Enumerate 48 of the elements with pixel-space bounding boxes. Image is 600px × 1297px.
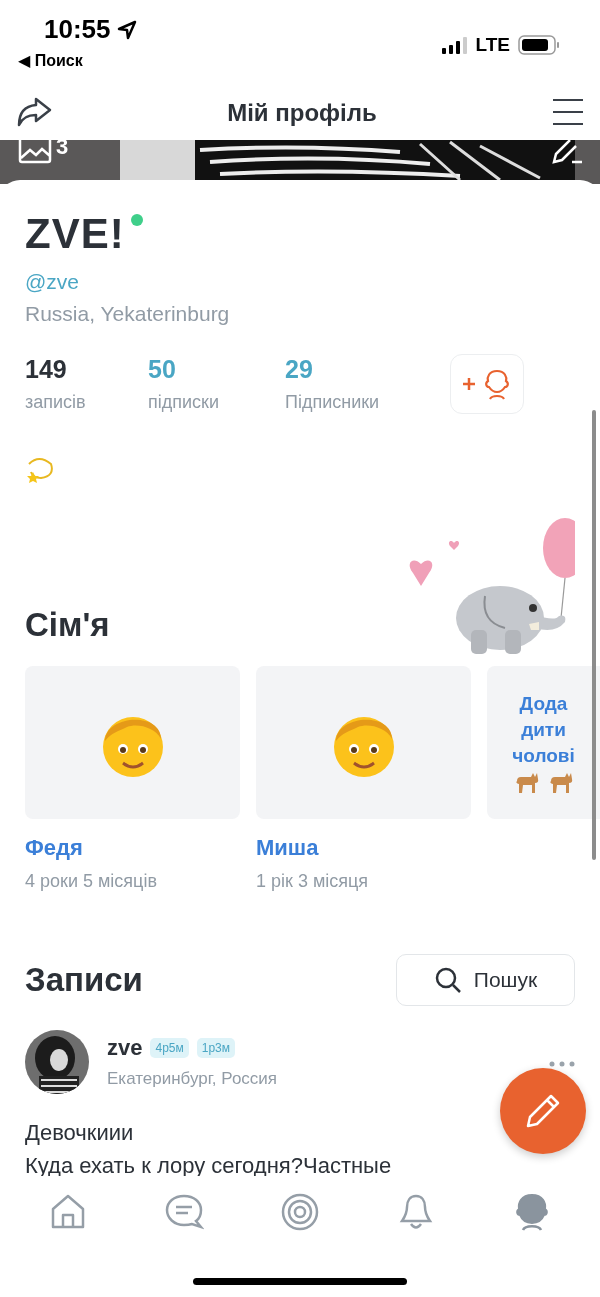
add-child-text: дити	[521, 717, 566, 742]
stat-label: Підписники	[285, 392, 381, 413]
add-partner-button[interactable]	[450, 354, 524, 414]
bell-icon	[399, 1193, 433, 1231]
stat-value[interactable]: 50	[148, 355, 285, 384]
child-age: 4 роки 5 місяців	[25, 871, 158, 892]
family-heading: Сім'я	[25, 606, 110, 644]
child-name[interactable]: Федя	[25, 835, 240, 861]
post-text: Куда ехать к лору сегодня?Частные	[25, 1152, 393, 1180]
search-icon	[433, 966, 462, 994]
more-icon	[549, 1060, 575, 1067]
gallery-icon	[18, 140, 52, 164]
stat-value: 149	[25, 355, 68, 384]
menu-icon	[552, 97, 584, 126]
add-child-card[interactable]: Дода дити чолові	[487, 666, 600, 819]
add-child-text: чолові	[512, 743, 575, 768]
location-arrow-icon	[116, 19, 137, 40]
profile-handle: @zve	[25, 270, 80, 294]
add-child-text: Дода	[519, 691, 568, 716]
child-card[interactable]	[25, 666, 240, 819]
battery-icon	[518, 35, 560, 55]
chat-icon	[164, 1193, 204, 1231]
target-icon	[281, 1193, 319, 1231]
home-icon	[49, 1193, 87, 1231]
child-age-tag: 1р3м	[196, 1038, 236, 1058]
child-card[interactable]	[256, 666, 471, 819]
post-text: Девочкиии	[25, 1119, 135, 1147]
page-title: Мій профіль	[227, 99, 377, 127]
network-type: LTE	[475, 34, 510, 56]
child-age: 1 рік 3 місяця	[256, 871, 370, 892]
child-name[interactable]: Миша	[256, 835, 471, 861]
profile-name: ZVE!	[25, 210, 125, 258]
profile-icon	[513, 1193, 551, 1231]
pencil-icon	[552, 140, 584, 164]
stat-label: підписки	[148, 392, 220, 413]
stat-label: записів	[25, 392, 87, 413]
pencil-icon	[525, 1093, 561, 1129]
share-icon	[16, 95, 52, 128]
profile-location: Russia, Yekaterinburg	[25, 302, 231, 326]
post-location: Екатеринбург, Россия	[107, 1069, 279, 1089]
posts-heading: Записи	[25, 961, 143, 999]
post-author[interactable]: zve	[107, 1035, 143, 1061]
stat-value[interactable]: 29	[285, 355, 450, 384]
back-link[interactable]: ◀ Поиск	[18, 51, 137, 70]
status-time: 10:55	[44, 14, 111, 45]
signal-icon	[441, 36, 468, 54]
child-age-tag: 4р5м	[150, 1038, 189, 1058]
search-button[interactable]: Пошук	[396, 954, 575, 1006]
